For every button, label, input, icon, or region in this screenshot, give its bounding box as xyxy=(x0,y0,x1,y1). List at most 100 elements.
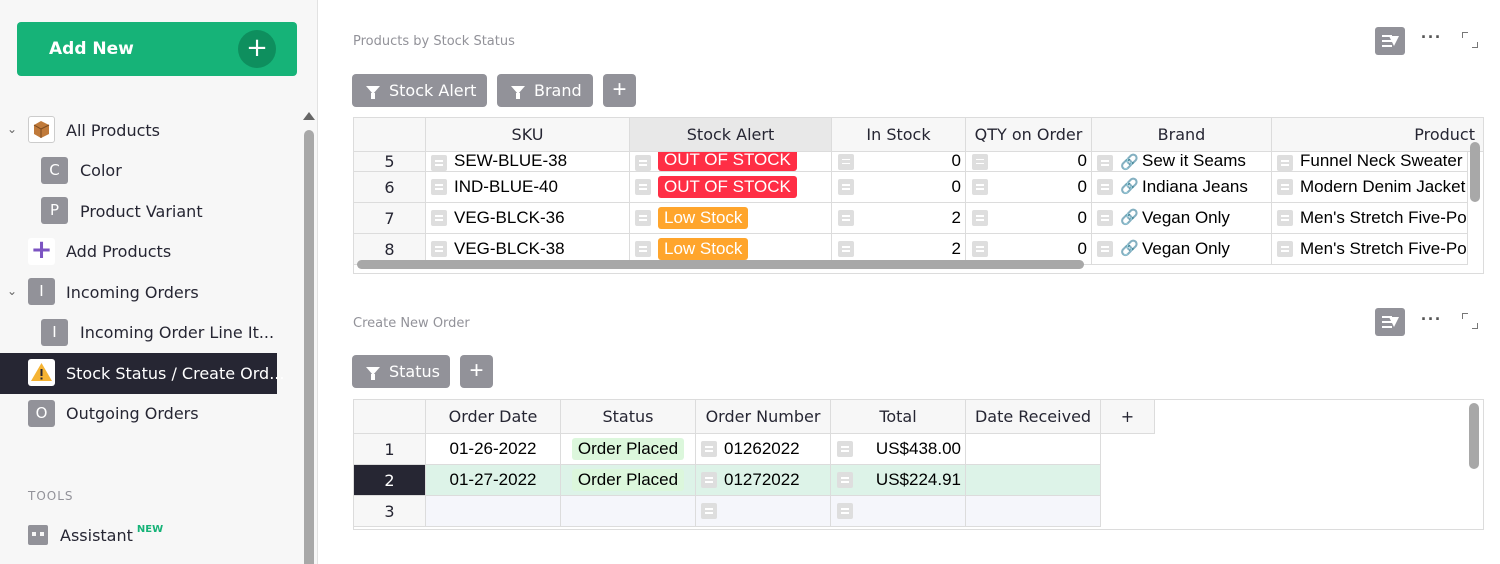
stock-alert-cell[interactable]: Low Stock xyxy=(630,203,832,234)
scrollbar-thumb[interactable] xyxy=(304,130,314,564)
row-number[interactable]: 1 xyxy=(354,434,426,465)
order-number-cell[interactable] xyxy=(696,496,831,527)
status-cell[interactable]: Order Placed xyxy=(561,434,696,465)
product-cell[interactable]: Men's Stretch Five-Pocket xyxy=(1272,234,1468,265)
choice-icon xyxy=(701,441,717,457)
choice-icon xyxy=(1277,179,1293,195)
choice-icon xyxy=(972,153,988,170)
page-add-products[interactable]: + Add Products xyxy=(0,232,300,273)
more-options-icon[interactable]: ··· xyxy=(1421,309,1442,330)
in-stock-cell[interactable]: 0 xyxy=(832,172,966,203)
choice-icon xyxy=(701,472,717,488)
column-header-stock-alert[interactable]: Stock Alert xyxy=(630,118,832,152)
order-number-cell[interactable]: 01262022 xyxy=(696,434,831,465)
page-outgoing-orders[interactable]: O Outgoing Orders xyxy=(0,394,300,435)
horizontal-scrollbar[interactable] xyxy=(357,260,1084,269)
more-options-icon[interactable]: ··· xyxy=(1421,27,1442,48)
sort-filter-icon[interactable] xyxy=(1375,308,1405,336)
row-number[interactable]: 3 xyxy=(354,496,426,527)
robot-icon xyxy=(28,525,48,545)
page-product-variant[interactable]: P Product Variant xyxy=(0,191,300,232)
brand-cell[interactable]: 🔗 Sew it Seams xyxy=(1092,152,1272,172)
page-all-products[interactable]: ⌄ All Products xyxy=(0,110,300,151)
qty-on-order-cell[interactable]: 0 xyxy=(966,152,1092,172)
choice-icon xyxy=(837,503,853,519)
stock-alert-cell[interactable]: OUT OF STOCK xyxy=(630,152,832,172)
filter-status-button[interactable]: Status xyxy=(352,355,450,388)
in-stock-cell[interactable]: 0 xyxy=(832,152,966,172)
total-cell[interactable]: US$438.00 xyxy=(831,434,966,465)
funnel-icon xyxy=(366,85,380,99)
status-cell[interactable]: Order Placed xyxy=(561,465,696,496)
filter-brand-button[interactable]: Brand xyxy=(497,74,593,107)
column-header-brand[interactable]: Brand xyxy=(1092,118,1272,152)
column-header-product[interactable]: Product xyxy=(1272,118,1483,152)
sku-cell[interactable]: SEW-BLUE-38 xyxy=(426,152,630,172)
filter-stock-alert-button[interactable]: Stock Alert xyxy=(352,74,487,107)
row-number[interactable]: 2 xyxy=(354,465,426,496)
column-header-order-number[interactable]: Order Number xyxy=(696,400,831,434)
column-header-date-received[interactable]: Date Received xyxy=(966,400,1101,434)
brand-cell[interactable]: 🔗 Vegan Only xyxy=(1092,203,1272,234)
sort-filter-icon[interactable] xyxy=(1375,27,1405,55)
date-received-cell[interactable] xyxy=(966,434,1101,465)
order-date-cell[interactable] xyxy=(426,496,561,527)
page-color[interactable]: C Color xyxy=(0,151,300,192)
sidebar-scrollbar[interactable] xyxy=(303,108,315,564)
expand-icon[interactable] xyxy=(1462,313,1478,329)
product-cell[interactable]: Men's Stretch Five-Pocket xyxy=(1272,203,1468,234)
qty-on-order-cell[interactable]: 0 xyxy=(966,172,1092,203)
qty-value: 0 xyxy=(1077,152,1087,170)
sku-cell[interactable]: IND-BLUE-40 xyxy=(426,172,630,203)
sku-cell[interactable]: VEG-BLCK-36 xyxy=(426,203,630,234)
column-header-sku[interactable]: SKU xyxy=(426,118,630,152)
add-filter-button[interactable]: + xyxy=(460,355,493,388)
choice-icon xyxy=(431,241,447,257)
add-new-button[interactable]: Add New + xyxy=(17,22,297,76)
vertical-scrollbar[interactable] xyxy=(1470,142,1480,202)
product-cell[interactable]: Modern Denim Jacket xyxy=(1272,172,1468,203)
row-number[interactable]: 7 xyxy=(354,203,426,234)
vertical-scrollbar[interactable] xyxy=(1469,403,1479,469)
column-header-status[interactable]: Status xyxy=(561,400,696,434)
choice-icon xyxy=(431,179,447,195)
total-cell[interactable]: US$224.91 xyxy=(831,465,966,496)
expand-icon[interactable] xyxy=(1462,32,1478,48)
column-header-in-stock[interactable]: In Stock xyxy=(832,118,966,152)
brand-cell[interactable]: 🔗 Indiana Jeans xyxy=(1092,172,1272,203)
scroll-up-icon[interactable] xyxy=(303,112,315,120)
order-date-cell[interactable]: 01-27-2022 xyxy=(426,465,561,496)
product-cell[interactable]: Funnel Neck Sweater xyxy=(1272,152,1468,172)
date-received-cell[interactable] xyxy=(966,465,1101,496)
assistant-link[interactable]: Assistant NEW xyxy=(28,524,163,545)
stock-alert-cell[interactable]: OUT OF STOCK xyxy=(630,172,832,203)
add-column-button[interactable]: + xyxy=(1101,400,1155,434)
column-header-total[interactable]: Total xyxy=(831,400,966,434)
page-incoming-orders[interactable]: ⌄ I Incoming Orders xyxy=(0,272,300,313)
order-date-cell[interactable]: 01-26-2022 xyxy=(426,434,561,465)
column-header-qty-on-order[interactable]: QTY on Order xyxy=(966,118,1092,152)
page-stock-status[interactable]: Stock Status / Create Ord... xyxy=(0,353,284,394)
date-received-cell[interactable] xyxy=(966,496,1101,527)
page-incoming-order-line-items[interactable]: I Incoming Order Line It... xyxy=(0,313,300,354)
choice-icon xyxy=(635,179,651,195)
choice-icon xyxy=(1277,210,1293,226)
status-cell[interactable] xyxy=(561,496,696,527)
plus-icon: + xyxy=(28,237,55,265)
row-number[interactable]: 6 xyxy=(354,172,426,203)
chevron-down-icon[interactable]: ⌄ xyxy=(7,122,19,136)
column-header-order-date[interactable]: Order Date xyxy=(426,400,561,434)
qty-on-order-cell[interactable]: 0 xyxy=(966,203,1092,234)
stock-alert-badge: Low Stock xyxy=(658,207,749,229)
brand-value: Sew it Seams xyxy=(1142,152,1246,170)
total-cell[interactable] xyxy=(831,496,966,527)
brand-cell[interactable]: 🔗 Vegan Only xyxy=(1092,234,1272,265)
add-filter-button[interactable]: + xyxy=(603,74,636,107)
link-icon: 🔗 xyxy=(1120,154,1139,171)
chevron-down-icon[interactable]: ⌄ xyxy=(7,284,19,298)
choice-icon xyxy=(635,241,651,257)
sku-value: VEG-BLCK-38 xyxy=(454,239,565,258)
row-number[interactable]: 5 xyxy=(354,152,426,172)
in-stock-cell[interactable]: 2 xyxy=(832,203,966,234)
order-number-cell[interactable]: 01272022 xyxy=(696,465,831,496)
